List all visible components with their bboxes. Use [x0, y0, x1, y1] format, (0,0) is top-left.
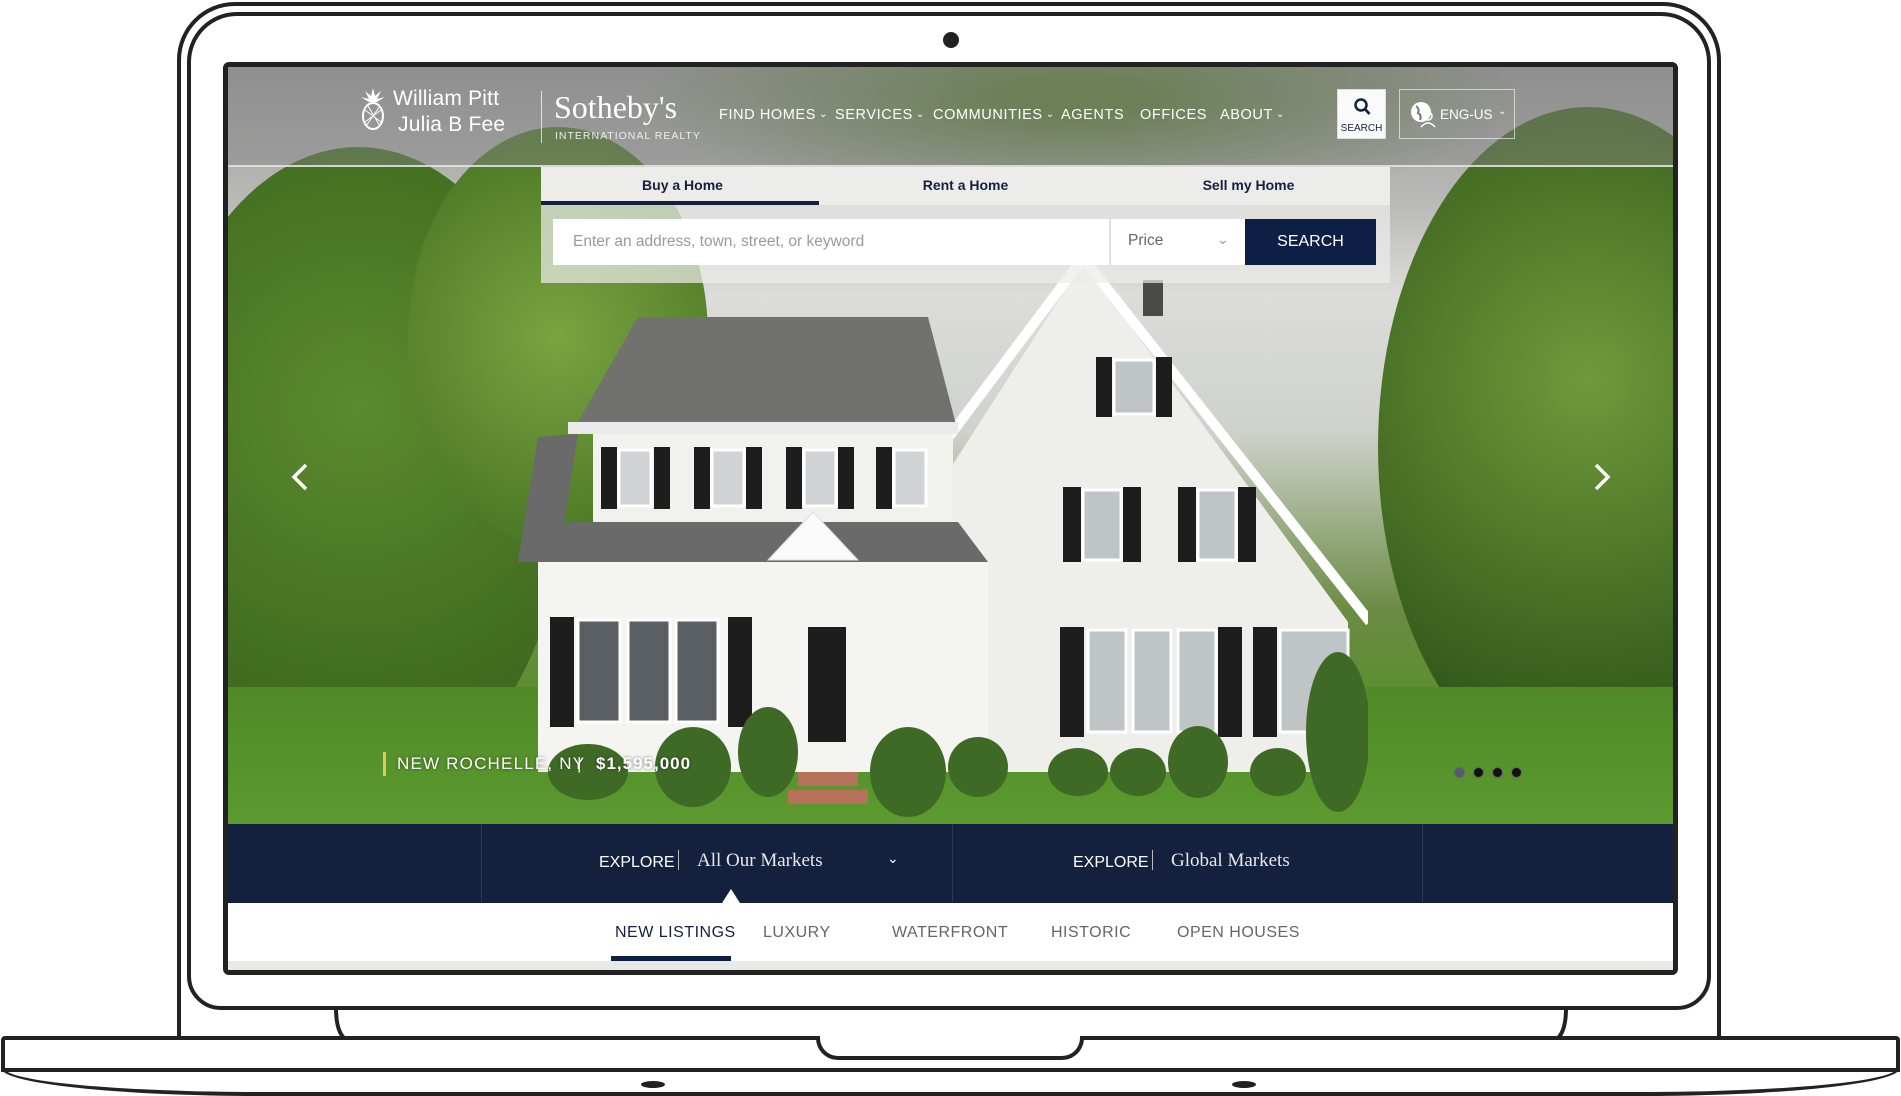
- laptop-foot: [1232, 1081, 1256, 1088]
- chevron-down-icon: ⌄: [1498, 106, 1507, 117]
- slide-dot-active[interactable]: [1454, 767, 1465, 778]
- nav-about[interactable]: ABOUT ⌄: [1220, 107, 1285, 123]
- nav-agents[interactable]: AGENTS: [1061, 107, 1124, 123]
- chevron-down-icon: ⌄: [1045, 109, 1055, 120]
- listing-price[interactable]: $1,595,000: [596, 754, 691, 774]
- caption-separator: |: [577, 754, 582, 773]
- tab-luxury[interactable]: LUXURY: [763, 924, 831, 942]
- explore-all-markets-dropdown[interactable]: All Our Markets: [697, 850, 823, 872]
- tab-new-listings[interactable]: NEW LISTINGS: [615, 924, 736, 942]
- search-button-label: SEARCH: [1340, 123, 1383, 134]
- tab-waterfront[interactable]: WATERFRONT: [892, 924, 1008, 942]
- language-selector[interactable]: ENG-US ⌄: [1399, 89, 1515, 139]
- explore-label: EXPLORE: [1073, 854, 1149, 871]
- previous-slide-arrow-icon[interactable]: [286, 457, 316, 497]
- explore-pipe: [678, 850, 679, 870]
- divider: [1422, 824, 1423, 903]
- logo-divider: [541, 91, 542, 143]
- caption-accent-bar: [383, 752, 386, 776]
- laptop-base-bottom: [1, 1068, 1900, 1096]
- chevron-down-icon: ⌄: [1275, 109, 1285, 120]
- camera-icon: [943, 32, 959, 48]
- tree-foliage: [1378, 107, 1673, 787]
- nav-label: AGENTS: [1061, 107, 1125, 123]
- nav-services[interactable]: SERVICES ⌄: [835, 107, 925, 123]
- nav-label: FIND HOMES: [719, 107, 817, 123]
- tab-historic[interactable]: HISTORIC: [1051, 924, 1131, 942]
- nav-communities[interactable]: COMMUNITIES ⌄: [933, 107, 1055, 123]
- slide-dot[interactable]: [1511, 767, 1522, 778]
- dropdown-caret-icon: [722, 889, 740, 903]
- nav-label: OFFICES: [1140, 107, 1208, 123]
- laptop-screen: William Pitt Julia B Fee Sotheby's INTER…: [223, 62, 1678, 975]
- next-slide-arrow-icon[interactable]: [1586, 457, 1616, 497]
- explore-pipe: [1152, 850, 1153, 870]
- chevron-down-icon[interactable]: ⌄: [887, 850, 899, 867]
- brand-name-line2[interactable]: Julia B Fee: [398, 113, 505, 137]
- laptop-hinge-left: [334, 1008, 346, 1040]
- header-search-button[interactable]: SEARCH: [1337, 89, 1386, 139]
- tab-rent-a-home[interactable]: Rent a Home: [824, 167, 1107, 205]
- price-label: Price: [1128, 232, 1164, 249]
- slide-dot[interactable]: [1492, 767, 1503, 778]
- address-search-input[interactable]: [553, 219, 1109, 265]
- nav-offices[interactable]: OFFICES: [1140, 107, 1207, 123]
- search-submit-button[interactable]: SEARCH: [1245, 219, 1376, 265]
- chevron-down-icon: ⌄: [819, 109, 829, 120]
- property-search-panel: Buy a Home Rent a Home Sell my Home Pric…: [541, 167, 1390, 283]
- brand-name-line1[interactable]: William Pitt: [393, 87, 499, 111]
- chevron-down-icon: ⌄: [915, 109, 925, 120]
- chevron-down-icon: ⌄: [1217, 231, 1229, 247]
- sothebys-wordmark[interactable]: Sotheby's: [554, 89, 677, 126]
- pineapple-logo-icon[interactable]: [360, 88, 386, 130]
- listing-location[interactable]: NEW ROCHELLE, NY: [397, 754, 585, 774]
- sothebys-subtitle: INTERNATIONAL REALTY: [555, 130, 701, 142]
- tab-sell-my-home[interactable]: Sell my Home: [1107, 167, 1390, 205]
- tab-open-houses[interactable]: OPEN HOUSES: [1177, 924, 1300, 942]
- house-image: [518, 262, 1368, 817]
- divider: [952, 824, 953, 903]
- nav-find-homes[interactable]: FIND HOMES ⌄: [719, 107, 828, 123]
- price-dropdown[interactable]: Price ⌄: [1110, 219, 1245, 265]
- divider: [481, 824, 482, 903]
- globe-person-icon: [1411, 102, 1436, 128]
- nav-label: ABOUT: [1220, 107, 1273, 123]
- nav-label: SERVICES: [835, 107, 913, 123]
- laptop-hinge-right: [1556, 1008, 1568, 1040]
- explore-global-markets-link[interactable]: Global Markets: [1171, 850, 1290, 872]
- active-tab-indicator: [541, 201, 819, 205]
- explore-markets-bar: EXPLORE All Our Markets ⌄ EXPLORE Global…: [228, 824, 1673, 903]
- tab-buy-a-home[interactable]: Buy a Home: [541, 167, 824, 205]
- hero-slideshow: William Pitt Julia B Fee Sotheby's INTER…: [228, 67, 1673, 824]
- language-label: ENG-US: [1440, 107, 1493, 122]
- website-viewport: William Pitt Julia B Fee Sotheby's INTER…: [228, 67, 1673, 970]
- content-area-top: [228, 961, 1673, 970]
- laptop-notch: [816, 1036, 1084, 1060]
- listing-category-tabs: NEW LISTINGS LUXURY WATERFRONT HISTORIC …: [228, 903, 1673, 961]
- search-tabs: Buy a Home Rent a Home Sell my Home: [541, 167, 1390, 205]
- explore-label: EXPLORE: [599, 854, 675, 871]
- nav-label: COMMUNITIES: [933, 107, 1043, 123]
- laptop-foot: [641, 1081, 665, 1088]
- search-icon: [1354, 98, 1371, 115]
- slide-dot[interactable]: [1473, 767, 1484, 778]
